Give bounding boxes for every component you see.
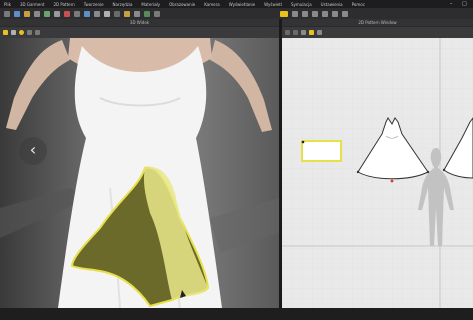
3d-viewport[interactable]: ‹	[0, 38, 279, 308]
main-toolbar	[0, 8, 473, 19]
menu-item-tools[interactable]: Narzędzia	[113, 2, 133, 7]
measure-tool-icon[interactable]	[54, 10, 60, 17]
sync-tool-icon[interactable]	[84, 10, 90, 17]
tack-tool-icon[interactable]	[74, 10, 80, 17]
menu-item-render[interactable]: Obrazowanie	[169, 2, 195, 7]
trace-icon[interactable]	[317, 30, 322, 35]
menu-bar: Plik 3D Garment 2D Pattern Tworzenie Nar…	[0, 0, 473, 8]
rectangle-tool-icon[interactable]	[280, 10, 288, 17]
menu-item-settings[interactable]: Ustawienia	[321, 2, 343, 7]
pattern-canvas	[282, 38, 473, 308]
status-bar	[0, 308, 473, 320]
grade-tool-icon[interactable]	[144, 10, 150, 17]
avatar-right-arm	[210, 40, 272, 132]
dart-tool-icon[interactable]	[312, 10, 318, 17]
avatar-display-icon[interactable]	[3, 30, 8, 35]
mirror-tool-icon[interactable]	[94, 10, 100, 17]
lock-tool-icon[interactable]	[104, 10, 110, 17]
menu-item-display[interactable]: Wyświetlanie	[229, 2, 255, 7]
camera-view-icon[interactable]	[27, 30, 32, 35]
seam-tool-icon[interactable]	[154, 10, 160, 17]
avatar-left-arm	[6, 40, 70, 130]
curve-tool-icon[interactable]	[322, 10, 328, 17]
menu-item-camera[interactable]: Kamera	[204, 2, 219, 7]
polygon-tool-icon[interactable]	[292, 10, 298, 17]
wireframe-icon[interactable]	[35, 30, 40, 35]
menu-item-3d-garment[interactable]: 3D Garment	[20, 2, 44, 7]
menu-item-file[interactable]: Plik	[4, 2, 11, 7]
add-point-icon[interactable]	[301, 30, 306, 35]
2d-subtoolbar	[282, 27, 473, 38]
minimize-icon[interactable]: –	[450, 1, 453, 7]
notch-tool-icon[interactable]	[332, 10, 338, 17]
menu-item-materials[interactable]: Materiały	[141, 2, 160, 7]
2d-pattern-viewport[interactable]	[282, 38, 473, 308]
menu-item-2d-pattern[interactable]: 2D Pattern	[53, 2, 74, 7]
rectangle-pattern-piece[interactable]	[301, 140, 342, 162]
menu-item-simulation[interactable]: Symulacja	[291, 2, 312, 7]
garment-display-icon[interactable]	[11, 30, 16, 35]
maximize-icon[interactable]: □	[462, 1, 467, 7]
3d-scene	[0, 38, 279, 308]
move-tool-icon[interactable]	[14, 10, 20, 17]
fold-tool-icon[interactable]	[24, 10, 30, 17]
offset-tool-icon[interactable]	[342, 10, 348, 17]
edit-tool-icon[interactable]	[134, 10, 140, 17]
chevron-left-icon[interactable]: ‹	[19, 137, 47, 165]
shape-tool-icon[interactable]	[114, 10, 120, 17]
circle-tool-icon[interactable]	[302, 10, 308, 17]
panel-header-2d: 2D Pattern Window	[282, 19, 473, 26]
internal-shape-icon[interactable]	[309, 30, 314, 35]
select-tool-icon[interactable]	[4, 10, 10, 17]
arrange-tool-icon[interactable]	[44, 10, 50, 17]
pin-tool-icon[interactable]	[34, 10, 40, 17]
texture-tool-icon[interactable]	[124, 10, 130, 17]
transform-pattern-icon[interactable]	[285, 30, 290, 35]
3d-subtoolbar	[0, 27, 279, 38]
edit-point-icon[interactable]	[293, 30, 298, 35]
light-icon[interactable]	[19, 30, 24, 35]
menu-item-create[interactable]: Tworzenie	[84, 2, 104, 7]
menu-item-view[interactable]: Wyświetl	[264, 2, 282, 7]
panel-header-3d: 3D Widok	[0, 19, 279, 26]
record-tool-icon[interactable]	[64, 10, 70, 17]
menu-item-help[interactable]: Pomoc	[352, 2, 365, 7]
